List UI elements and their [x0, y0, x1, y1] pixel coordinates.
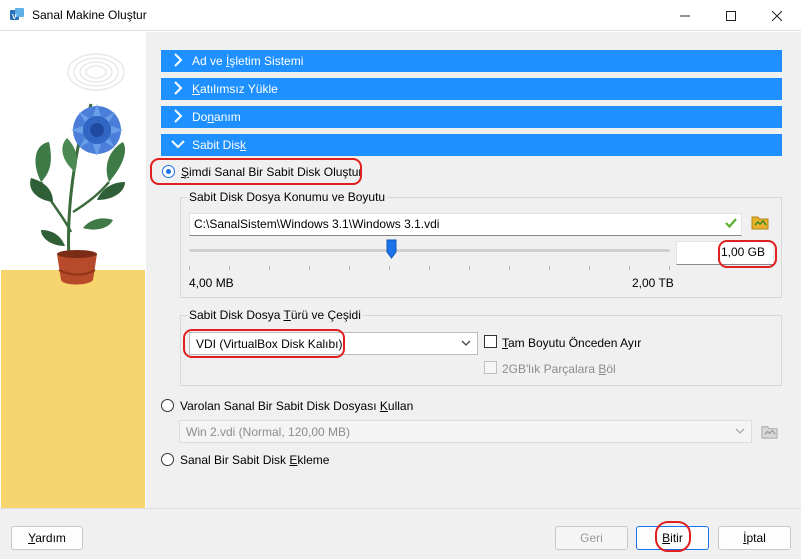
disk-path-value: C:\SanalSistem\Windows 3.1\Windows 3.1.v… [194, 217, 440, 231]
folder-browse-icon[interactable] [761, 423, 778, 440]
slider-min-label: 4,00 MB [189, 276, 234, 290]
existing-disk-value: Win 2.vdi (Normal, 120,00 MB) [186, 425, 351, 439]
existing-disk-select[interactable]: Win 2.vdi (Normal, 120,00 MB) [179, 420, 752, 443]
disk-path-input[interactable]: C:\SanalSistem\Windows 3.1\Windows 3.1.v… [189, 213, 742, 236]
location-size-group-title: Sabit Disk Dosya Konumu ve Boyutu [187, 190, 388, 204]
finish-button[interactable]: Bitir [636, 526, 709, 550]
plant-illustration [1, 32, 145, 508]
use-existing-disk-radio[interactable] [161, 399, 174, 412]
use-existing-disk-label[interactable]: Varolan Sanal Bir Sabit Disk Dosyası Kul… [180, 399, 413, 413]
disk-format-select[interactable]: VDI (VirtualBox Disk Kalıbı) [189, 332, 478, 355]
chevron-right-icon [174, 53, 183, 67]
wizard-illustration [1, 32, 145, 508]
preallocate-label[interactable]: Tam Boyutu Önceden Ayır [502, 336, 641, 350]
section-hard-disk[interactable]: Sabit Disk [161, 134, 782, 156]
cancel-button[interactable]: İptal [718, 526, 791, 550]
no-disk-radio[interactable] [161, 453, 174, 466]
split-2gb-label: 2GB'lık Parçalara Böl [502, 362, 616, 376]
title-bar: V Sanal Makine Oluştur [0, 0, 801, 31]
disk-size-slider-thumb[interactable] [386, 239, 397, 259]
section-label: Sabit Disk [192, 138, 247, 152]
disk-format-value: VDI (VirtualBox Disk Kalıbı) [196, 337, 343, 351]
preallocate-checkbox[interactable] [484, 335, 497, 348]
no-disk-label[interactable]: Sanal Bir Sabit Disk Ekleme [180, 453, 329, 467]
section-hardware[interactable]: Donanım [161, 106, 782, 128]
section-label: Katılımsız Yükle [192, 82, 278, 96]
dropdown-arrow-icon [461, 340, 471, 346]
close-button[interactable] [754, 0, 800, 31]
disk-size-value: 1,00 GB [720, 245, 765, 259]
folder-browse-icon[interactable] [751, 213, 769, 231]
virtualbox-app-icon: V [10, 8, 24, 21]
slider-max-label: 2,00 TB [632, 276, 674, 290]
back-button[interactable]: Geri [555, 526, 628, 550]
maximize-icon [726, 10, 736, 21]
dropdown-arrow-icon [735, 428, 745, 434]
disk-size-input[interactable]: 1,00 GB [676, 241, 774, 265]
split-2gb-checkbox[interactable] [484, 361, 497, 374]
chevron-down-icon [171, 140, 185, 149]
close-icon [772, 10, 782, 21]
maximize-button[interactable] [708, 0, 754, 31]
slider-thumb-shape [386, 239, 397, 259]
minimize-icon [680, 15, 690, 16]
svg-text:V: V [12, 14, 17, 21]
file-type-group-title: Sabit Disk Dosya Türü ve Çeşidi [187, 308, 363, 322]
section-name-os[interactable]: Ad ve İşletim Sistemi [161, 50, 782, 72]
disk-size-slider-track[interactable] [189, 249, 670, 252]
minimize-button[interactable] [662, 0, 708, 31]
chevron-right-icon [174, 109, 183, 123]
section-unattended-install[interactable]: Katılımsız Yükle [161, 78, 782, 100]
section-label: Ad ve İşletim Sistemi [192, 54, 304, 68]
window-title: Sanal Makine Oluştur [32, 8, 147, 22]
help-button[interactable]: Yardım [11, 526, 83, 550]
create-new-disk-label[interactable]: Şimdi Sanal Bir Sabit Disk Oluştur [181, 165, 362, 179]
section-label: Donanım [192, 110, 241, 124]
chevron-right-icon [174, 81, 183, 95]
create-new-disk-radio[interactable] [162, 165, 175, 178]
slider-ticks [189, 259, 670, 270]
checkmark-valid-icon [725, 218, 737, 229]
